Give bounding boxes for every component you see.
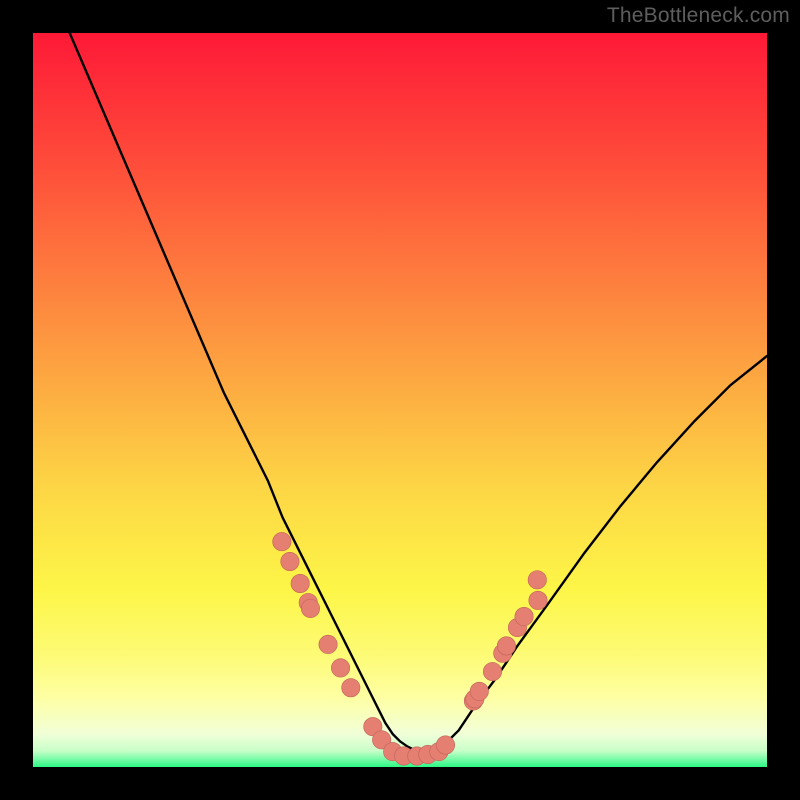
- curve-marker: [331, 659, 349, 677]
- gradient-background: [33, 33, 767, 767]
- curve-marker: [470, 682, 488, 700]
- curve-marker: [436, 736, 454, 754]
- chart-svg: [33, 33, 767, 767]
- curve-marker: [515, 607, 533, 625]
- curve-marker: [529, 591, 547, 609]
- curve-marker: [483, 662, 501, 680]
- curve-marker: [342, 679, 360, 697]
- curve-marker: [497, 637, 515, 655]
- chart-frame: TheBottleneck.com: [0, 0, 800, 800]
- curve-marker: [273, 532, 291, 550]
- watermark-text: TheBottleneck.com: [607, 4, 790, 28]
- curve-marker: [528, 571, 546, 589]
- curve-marker: [319, 635, 337, 653]
- curve-marker: [301, 599, 319, 617]
- curve-marker: [281, 552, 299, 570]
- chart-plot-area: [33, 33, 767, 767]
- curve-marker: [291, 574, 309, 592]
